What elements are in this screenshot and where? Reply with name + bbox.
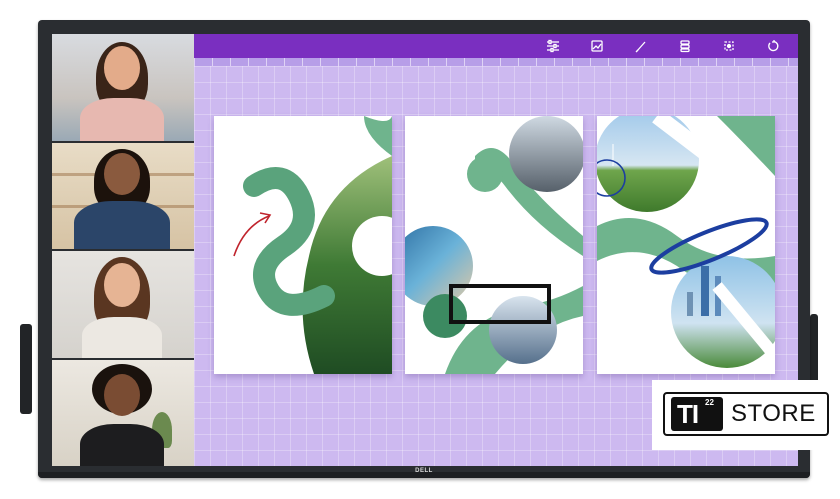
store-name: STORE (731, 400, 816, 427)
store-logo-frame: TI 22 STORE (663, 392, 829, 436)
coast-photo (405, 226, 473, 306)
tower-a (701, 266, 709, 316)
city-bridge-photo (509, 116, 583, 192)
video-tile-participant-1[interactable] (52, 34, 194, 141)
brand-logo: DELL (415, 468, 433, 474)
left-side-handle (20, 324, 32, 414)
pen-icon[interactable] (634, 39, 648, 53)
video-tile-participant-4[interactable] (52, 359, 194, 466)
store-logo-mark: TI 22 (671, 397, 723, 431)
canvas-ruler (194, 58, 798, 66)
image-icon[interactable] (590, 39, 604, 53)
city-card[interactable] (597, 116, 775, 374)
mountain-photo (489, 296, 557, 364)
store-logo-sup: 22 (705, 398, 714, 407)
tower-c (687, 292, 693, 316)
participant-1-face (104, 46, 140, 90)
participant-2-face (104, 152, 140, 195)
card2-dot (423, 294, 467, 338)
layers-icon[interactable] (678, 39, 692, 53)
store-badge: TI 22 STORE (652, 380, 840, 450)
video-call-panel (52, 34, 194, 466)
forest-card[interactable] (214, 116, 392, 374)
undo-icon[interactable] (766, 39, 780, 53)
participant-3-face (104, 263, 140, 307)
card2-blob (467, 156, 503, 192)
participant-4-face (104, 373, 140, 416)
video-tile-participant-3[interactable] (52, 251, 194, 358)
whiteboard-toolbar (194, 34, 798, 58)
select-icon[interactable] (722, 39, 736, 53)
city-photo (671, 256, 775, 368)
right-side-handle (810, 314, 818, 384)
store-logo-text: TI (677, 399, 699, 429)
sliders-icon[interactable] (546, 39, 560, 53)
video-tile-participant-2[interactable] (52, 142, 194, 249)
coast-card[interactable] (405, 116, 583, 374)
card1-shape-top (364, 116, 392, 156)
